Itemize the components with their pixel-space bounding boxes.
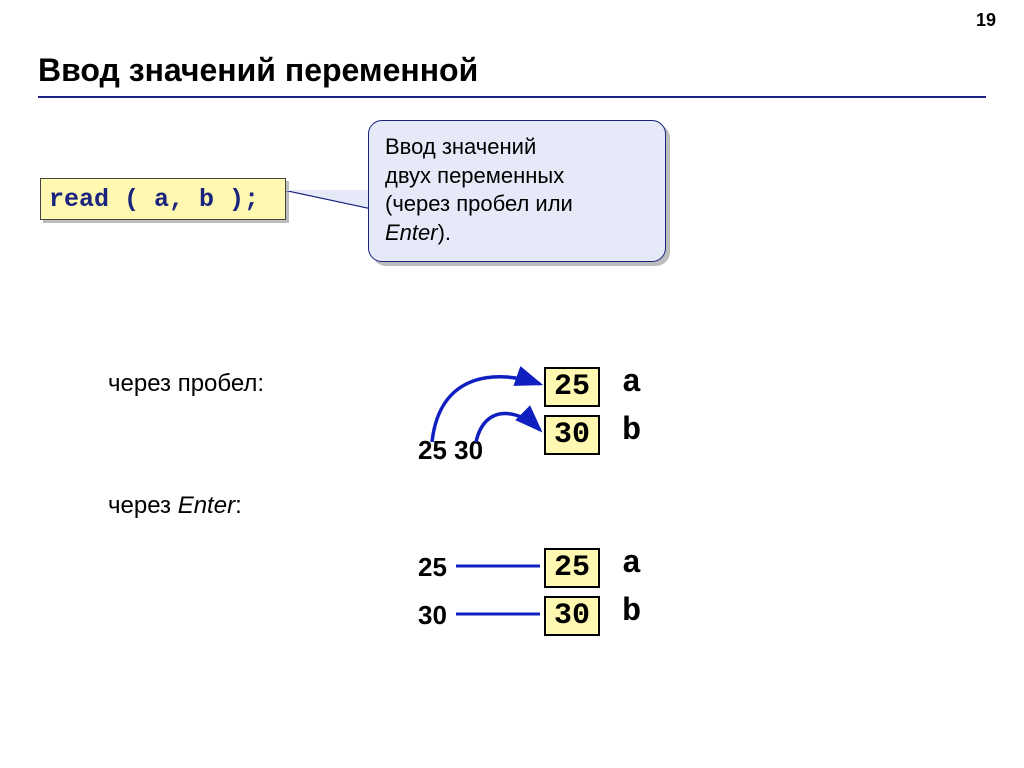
callout-bubble: Ввод значений двух переменных (через про… (368, 120, 666, 262)
input-enter-line2: 30 (418, 600, 447, 631)
label-enter-post: : (235, 492, 242, 519)
callout-line1: Ввод значений (385, 134, 536, 159)
page-title: Ввод значений переменной (38, 52, 478, 89)
label-via-space: через пробел: (108, 370, 264, 398)
result-box-b-space: 30 (544, 415, 600, 455)
var-name-b-enter: b (622, 593, 641, 630)
label-via-enter: через Enter: (108, 492, 242, 520)
var-name-b-space: b (622, 412, 641, 449)
page-number: 19 (976, 10, 996, 31)
code-snippet: read ( a, b ); (40, 178, 286, 220)
callout-line4-post: ). (438, 220, 451, 245)
result-box-a-enter: 25 (544, 548, 600, 588)
var-name-a-enter: a (622, 545, 641, 582)
var-name-a-space: a (622, 364, 641, 401)
result-box-b-enter: 30 (544, 596, 600, 636)
result-box-a-space: 25 (544, 367, 600, 407)
title-underline (38, 96, 986, 98)
callout-line2: двух переменных (385, 163, 564, 188)
label-enter-em: Enter (178, 492, 235, 519)
callout-line3: (через пробел или (385, 191, 573, 216)
input-space-text: 25 30 (418, 435, 483, 466)
label-enter-pre: через (108, 492, 178, 519)
callout-enter-em: Enter (385, 220, 438, 245)
input-enter-line1: 25 (418, 552, 447, 583)
